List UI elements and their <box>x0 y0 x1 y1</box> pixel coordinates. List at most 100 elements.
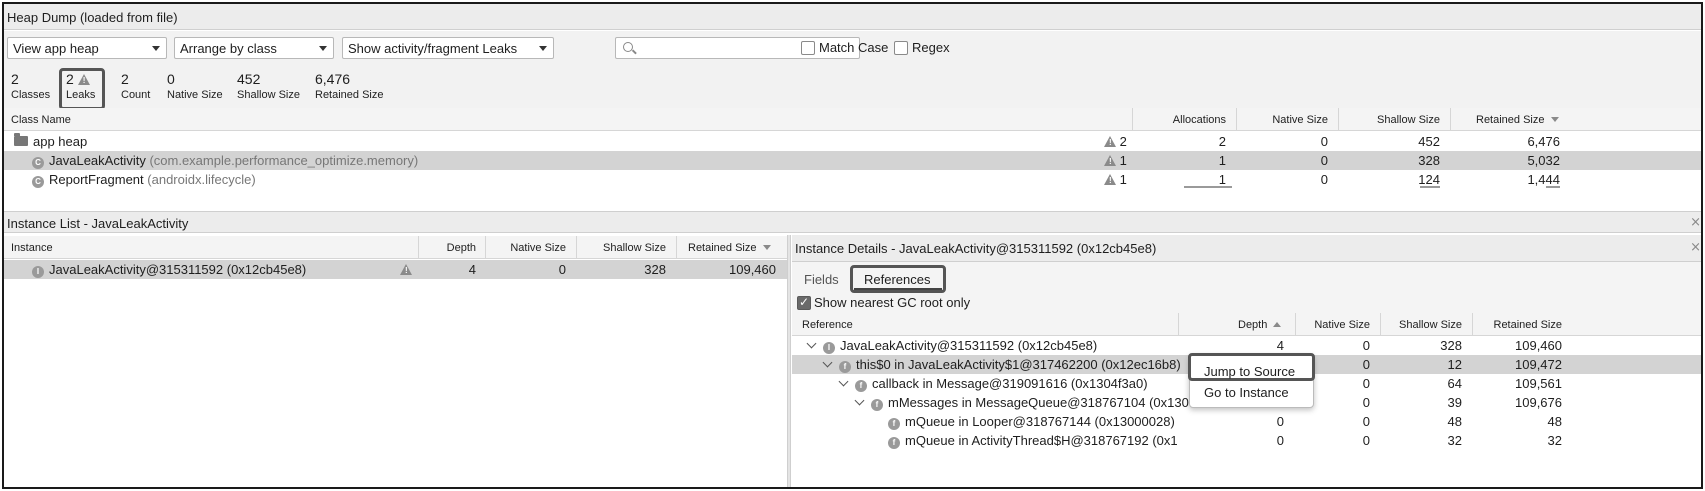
chevron-down-icon[interactable] <box>822 357 833 368</box>
class-row-package: (androidx.lifecycle) <box>147 172 256 187</box>
heap-dump-title: Heap Dump (loaded from file) <box>4 4 1701 30</box>
stat-shallow-label: Shallow Size <box>237 89 300 101</box>
col-allocations[interactable]: Allocations <box>1144 114 1226 126</box>
reference-row[interactable]: f mQueue in ActivityThread$H@318767192 (0… <box>792 431 1701 450</box>
reference-row[interactable]: f mQueue in Looper@318767144 (0x13000028)… <box>792 412 1701 431</box>
instance-icon: I <box>32 266 44 278</box>
col-depth[interactable]: Depth <box>424 242 476 254</box>
class-table-header: Class Name Allocations Native Size Shall… <box>4 108 1701 131</box>
instance-row-retained: 109,460 <box>729 262 776 277</box>
col-native-size[interactable]: Native Size <box>492 242 566 254</box>
reference-row-name: mQueue in Looper@318767144 (0x13000028) <box>905 414 1175 429</box>
instance-row-depth: 4 <box>468 262 476 277</box>
col-depth[interactable]: Depth <box>1238 319 1282 331</box>
instance-row-name: JavaLeakActivity@315311592 (0x12cb45e8) <box>49 262 307 277</box>
class-row-name: app heap <box>33 134 88 149</box>
field-icon: f <box>839 361 851 373</box>
col-reference[interactable]: Reference <box>802 319 853 331</box>
pane-splitter[interactable] <box>787 235 791 487</box>
go-to-instance-menu-item[interactable]: Go to Instance <box>1204 385 1289 400</box>
reference-row-name: JavaLeakActivity@315311592 (0x12cb45e8) <box>840 338 1098 353</box>
reference-row-native: 0 <box>1362 338 1370 353</box>
reference-row-native: 0 <box>1362 414 1370 429</box>
instance-list-title-text: Instance List - JavaLeakActivity <box>7 216 189 231</box>
sort-descending-icon <box>1550 117 1559 122</box>
reference-row-name: callback in Message@319091616 (0x1304f3a… <box>872 376 1148 391</box>
chevron-down-icon[interactable] <box>838 376 849 387</box>
jump-to-source-menu-item[interactable]: Jump to Source <box>1204 364 1295 379</box>
reference-row-retained: 109,472 <box>1515 357 1562 372</box>
col-instance[interactable]: Instance <box>11 242 53 254</box>
match-case-label: Match Case <box>819 40 889 55</box>
col-native-size[interactable]: Native Size <box>1302 319 1370 331</box>
reference-row-shallow: 64 <box>1447 376 1462 391</box>
arrange-select[interactable]: Arrange by class <box>174 37 334 59</box>
stat-leaks[interactable]: 2 Leaks <box>66 71 95 101</box>
chevron-down-icon <box>539 46 547 51</box>
class-row-package: (com.example.performance_optimize.memory… <box>149 153 419 168</box>
close-icon[interactable]: × <box>1690 215 1701 230</box>
stat-shallow-size: 452 Shallow Size <box>237 71 300 101</box>
col-shallow-size[interactable]: Shallow Size <box>1344 114 1440 126</box>
instance-row-native: 0 <box>558 262 566 277</box>
col-retained-size[interactable]: Retained Size <box>1478 319 1563 331</box>
instance-details-title-text: Instance Details - JavaLeakActivity@3153… <box>795 241 1157 256</box>
col-shallow-size[interactable]: Shallow Size <box>582 242 666 254</box>
field-icon: f <box>888 418 900 430</box>
reference-row-name: mQueue in ActivityThread$H@318767192 (0x… <box>905 433 1178 448</box>
regex-checkbox[interactable] <box>894 41 908 55</box>
instance-icon: I <box>823 342 835 354</box>
stat-shallow-value: 452 <box>237 71 261 87</box>
class-row-allocations: 1 <box>1218 153 1226 168</box>
stat-native-label: Native Size <box>167 89 223 101</box>
reference-row-shallow: 32 <box>1447 433 1462 448</box>
match-case-checkbox[interactable] <box>801 41 815 55</box>
class-row-name: JavaLeakActivity <box>49 153 146 168</box>
col-retained-size-label: Retained Size <box>1476 114 1545 126</box>
tab-fields[interactable]: Fields <box>804 272 839 287</box>
stat-leaks-value: 2 <box>66 71 74 87</box>
stat-retained-label: Retained Size <box>315 89 384 101</box>
gc-root-checkbox[interactable] <box>797 295 811 310</box>
reference-row-retained: 109,561 <box>1515 376 1562 391</box>
reference-row-depth: 0 <box>1276 414 1284 429</box>
stat-count: 2 Count <box>121 71 150 101</box>
chevron-down-icon[interactable] <box>806 338 817 349</box>
stat-classes-label: Classes <box>11 89 51 101</box>
col-class-name[interactable]: Class Name <box>11 114 71 126</box>
field-icon: f <box>855 380 867 392</box>
reference-row-depth: 0 <box>1276 433 1284 448</box>
instance-row[interactable]: I JavaLeakActivity@315311592 (0x12cb45e8)… <box>4 260 787 279</box>
close-icon[interactable]: × <box>1690 240 1701 255</box>
leak-filter-select[interactable]: Show activity/fragment Leaks <box>342 37 554 59</box>
class-row-reportfragment[interactable]: C ReportFragment (androidx.lifecycle) 1 1… <box>4 170 1701 189</box>
leak-filter-select-value: Show activity/fragment Leaks <box>348 41 518 56</box>
chevron-down-icon[interactable] <box>854 395 865 406</box>
regex-label: Regex <box>912 40 950 55</box>
arrange-select-value: Arrange by class <box>180 41 277 56</box>
heap-select[interactable]: View app heap <box>7 37 167 59</box>
reference-row-retained: 109,676 <box>1515 395 1562 410</box>
class-row-app-heap[interactable]: app heap 2 2 0 452 6,476 <box>4 132 1701 151</box>
class-row-javaleakactivity[interactable]: C JavaLeakActivity (com.example.performan… <box>4 151 1701 170</box>
col-retained-size[interactable]: Retained Size <box>1476 114 1559 126</box>
search-icon <box>623 42 633 52</box>
toolbar: View app heap Arrange by class Show acti… <box>4 31 1701 65</box>
stat-native-value: 0 <box>167 71 175 87</box>
col-native-size[interactable]: Native Size <box>1244 114 1328 126</box>
reference-row-shallow: 39 <box>1447 395 1462 410</box>
warning-icon <box>1104 136 1116 147</box>
reference-row-shallow: 12 <box>1447 357 1462 372</box>
reference-row-retained: 48 <box>1547 414 1562 429</box>
shallow-size-bar <box>1420 186 1440 188</box>
reference-row-retained: 109,460 <box>1515 338 1562 353</box>
class-row-shallow: 452 <box>1418 134 1440 149</box>
class-row-retained: 1,444 <box>1527 172 1560 187</box>
stat-count-label: Count <box>121 89 151 101</box>
heap-summary: 2 Classes 2 Leaks 2 Count 0 Native Size … <box>4 65 1701 111</box>
col-shallow-size[interactable]: Shallow Size <box>1386 319 1462 331</box>
chevron-down-icon <box>319 46 327 51</box>
folder-icon <box>14 133 28 146</box>
tab-references[interactable]: References <box>864 272 930 287</box>
col-retained-size[interactable]: Retained Size <box>688 242 771 254</box>
